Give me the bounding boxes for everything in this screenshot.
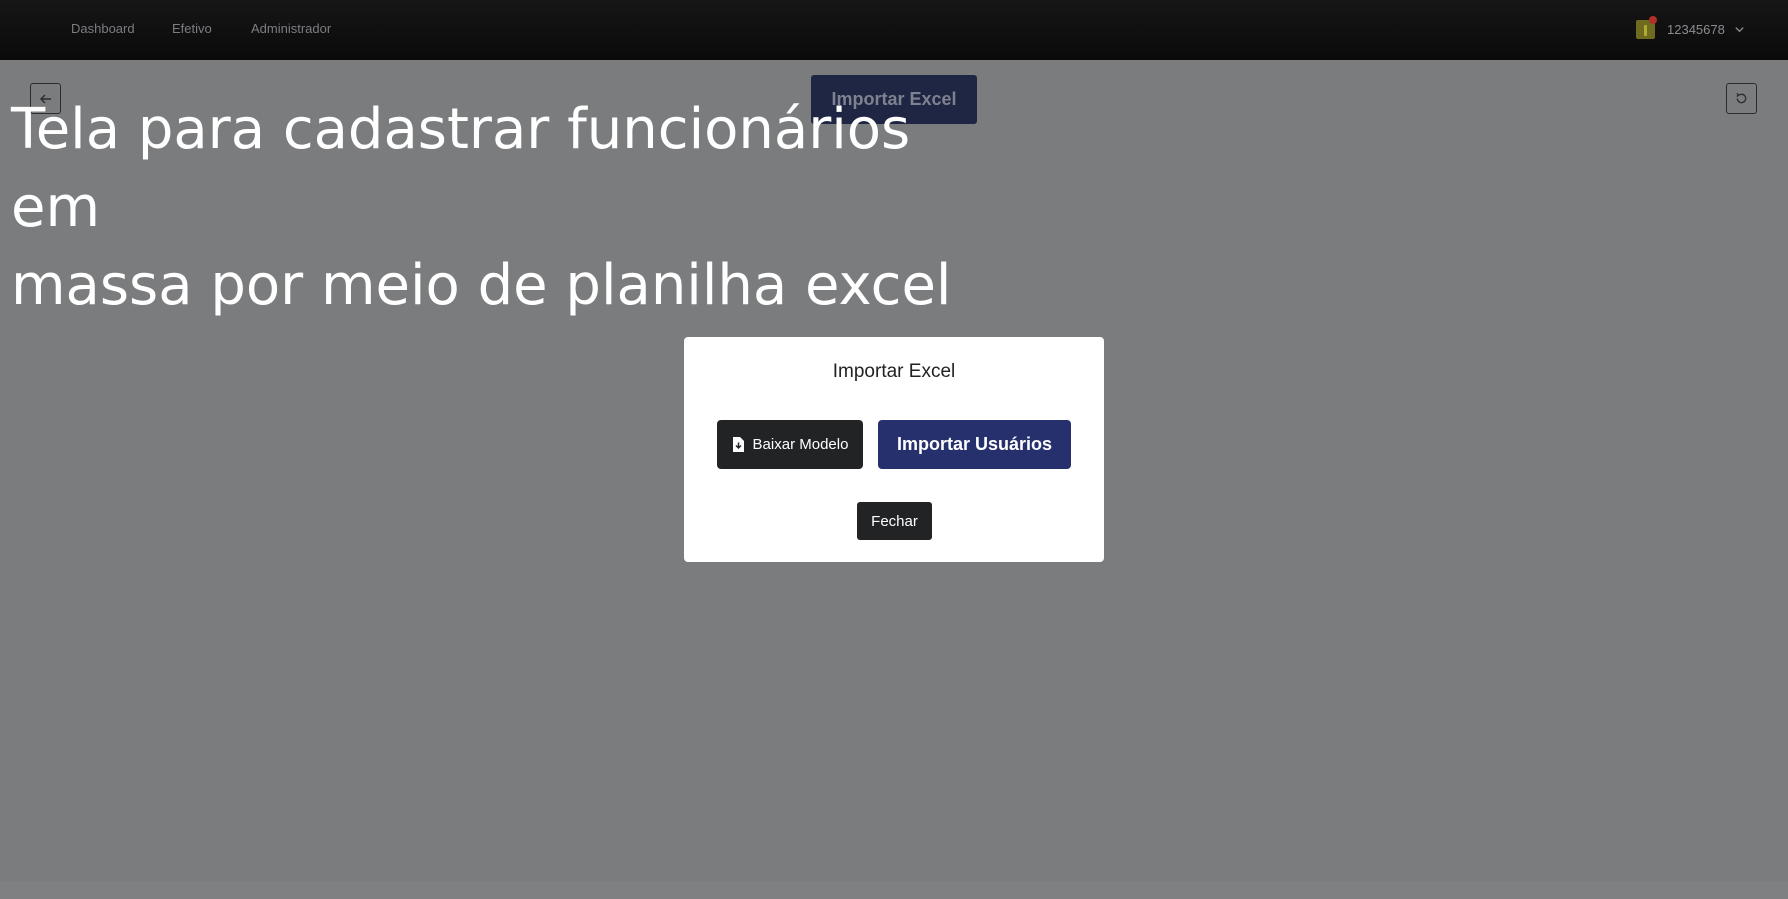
- modal-title: Importar Excel: [832, 361, 956, 382]
- app-page: Dashboard Efetivo Administrador 12345678…: [0, 0, 1788, 899]
- notification-dot: [1649, 15, 1657, 24]
- close-button[interactable]: Fechar: [857, 502, 932, 540]
- footer-strip: [0, 881, 1788, 899]
- import-users-button[interactable]: Importar Usuários: [878, 420, 1071, 469]
- nav-link-dashboard[interactable]: Dashboard: [71, 21, 135, 36]
- nav-link-efetivo[interactable]: Efetivo: [172, 21, 212, 36]
- import-excel-modal: Importar Excel Baixar Modelo Importar Us…: [684, 337, 1104, 562]
- user-menu[interactable]: 12345678: [1636, 15, 1745, 42]
- file-download-icon: [732, 437, 744, 452]
- download-template-label: Baixar Modelo: [752, 436, 849, 453]
- download-template-button[interactable]: Baixar Modelo: [717, 420, 863, 469]
- chevron-down-icon: [1735, 26, 1744, 32]
- nav-link-administrador[interactable]: Administrador: [251, 21, 331, 36]
- screen-caption: Tela para cadastrar funcionários em mass…: [11, 97, 952, 318]
- user-id: 12345678: [1667, 21, 1725, 37]
- top-navbar: Dashboard Efetivo Administrador 12345678: [0, 0, 1788, 60]
- refresh-button[interactable]: [1726, 83, 1757, 114]
- refresh-icon: [1736, 92, 1747, 104]
- avatar-icon: [1636, 15, 1657, 39]
